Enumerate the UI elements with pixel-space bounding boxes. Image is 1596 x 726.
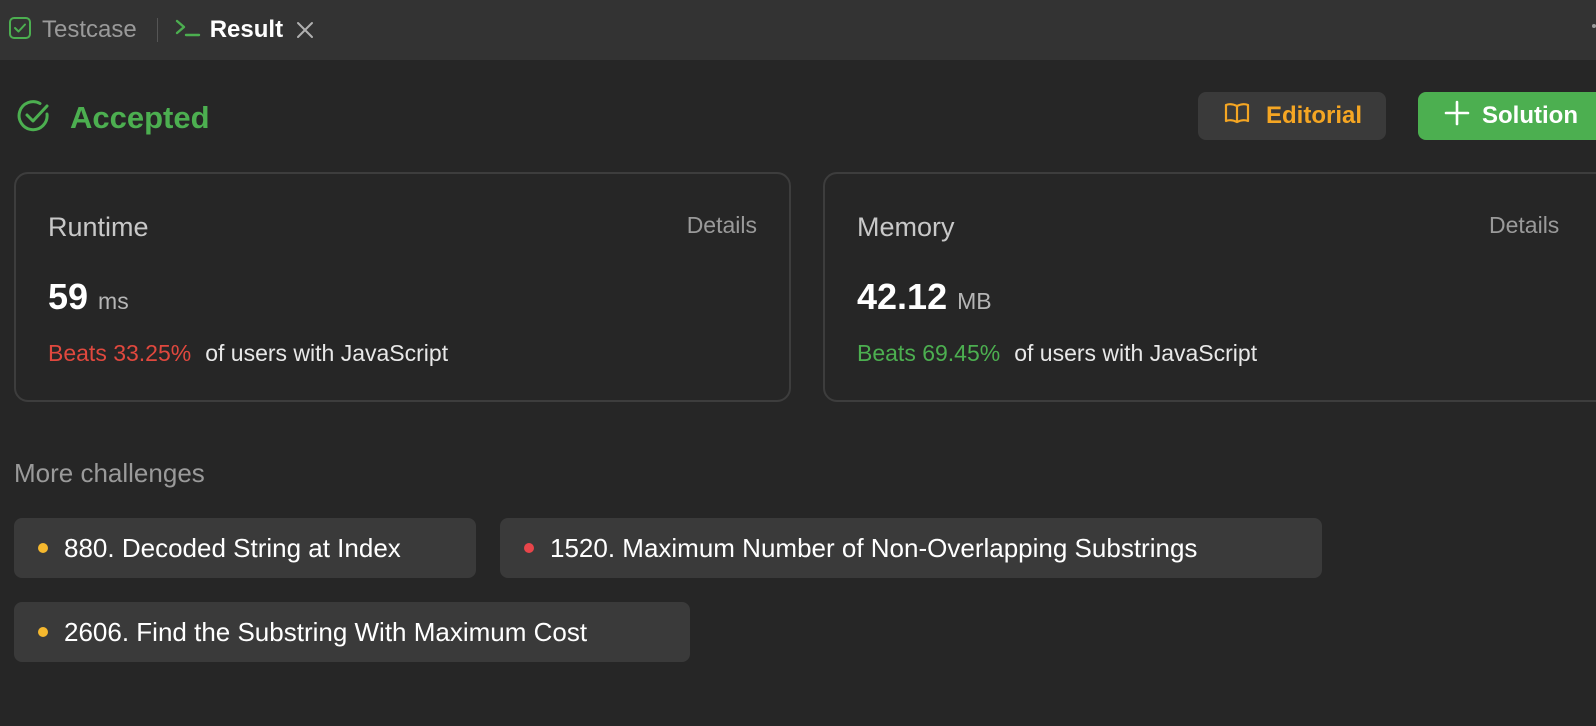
editorial-label: Editorial (1266, 102, 1363, 129)
memory-beats-suffix: of users with JavaScript (1014, 340, 1258, 366)
tab-result[interactable]: Result (174, 0, 315, 60)
memory-details-link[interactable]: Details (1489, 212, 1559, 239)
difficulty-dot-icon (38, 543, 48, 553)
difficulty-dot-icon (38, 627, 48, 637)
challenge-chip[interactable]: 880. Decoded String at Index (14, 518, 476, 578)
memory-beats-row: Beats 69.45% of users with JavaScript (857, 340, 1257, 367)
tab-divider (156, 18, 158, 42)
runtime-title: Runtime (48, 212, 149, 242)
book-icon (1224, 101, 1250, 132)
memory-beats: Beats 69.45% (857, 340, 1001, 366)
more-challenges-title: More challenges (14, 458, 205, 488)
status-header: Accepted (16, 96, 210, 140)
add-solution-button[interactable]: Solution (1418, 92, 1596, 140)
runtime-beats-row: Beats 33.25% of users with JavaScript (48, 340, 448, 367)
memory-value-row: 42.12 MB (857, 276, 992, 318)
challenge-chip[interactable]: 1520. Maximum Number of Non-Overlapping … (500, 518, 1322, 578)
status-title: Accepted (70, 100, 210, 135)
challenge-label: 1520. Maximum Number of Non-Overlapping … (550, 532, 1198, 563)
plus-icon (1444, 100, 1470, 133)
memory-card[interactable]: Memory Details 42.12 MB Beats 69.45% of … (823, 172, 1596, 402)
runtime-unit: ms (98, 288, 129, 314)
editorial-button[interactable]: Editorial (1198, 92, 1386, 140)
runtime-beats: Beats 33.25% (48, 340, 192, 366)
tab-testcase[interactable]: Testcase (0, 0, 137, 60)
check-circle-icon (16, 98, 52, 139)
runtime-card[interactable]: Runtime Details 59 ms Beats 33.25% of us… (14, 172, 791, 402)
tab-result-label: Result (209, 16, 284, 43)
difficulty-dot-icon (524, 543, 534, 553)
terminal-icon (174, 16, 202, 45)
runtime-value: 59 (48, 276, 89, 317)
close-icon[interactable] (295, 20, 315, 40)
runtime-beats-suffix: of users with JavaScript (205, 340, 449, 366)
tab-bar: Testcase Result (0, 0, 1596, 60)
memory-value: 42.12 (857, 276, 948, 317)
challenge-label: 880. Decoded String at Index (64, 532, 401, 563)
solution-label: Solution (1482, 102, 1578, 129)
memory-title: Memory (857, 212, 955, 242)
challenge-label: 2606. Find the Substring With Maximum Co… (64, 616, 588, 647)
checkbox-icon (8, 16, 32, 45)
memory-unit: MB (957, 288, 992, 314)
runtime-details-link[interactable]: Details (687, 212, 757, 239)
runtime-value-row: 59 ms (48, 276, 129, 318)
tab-testcase-label: Testcase (42, 16, 137, 43)
more-options-icon[interactable] (1592, 24, 1596, 28)
challenge-chip[interactable]: 2606. Find the Substring With Maximum Co… (14, 602, 690, 662)
